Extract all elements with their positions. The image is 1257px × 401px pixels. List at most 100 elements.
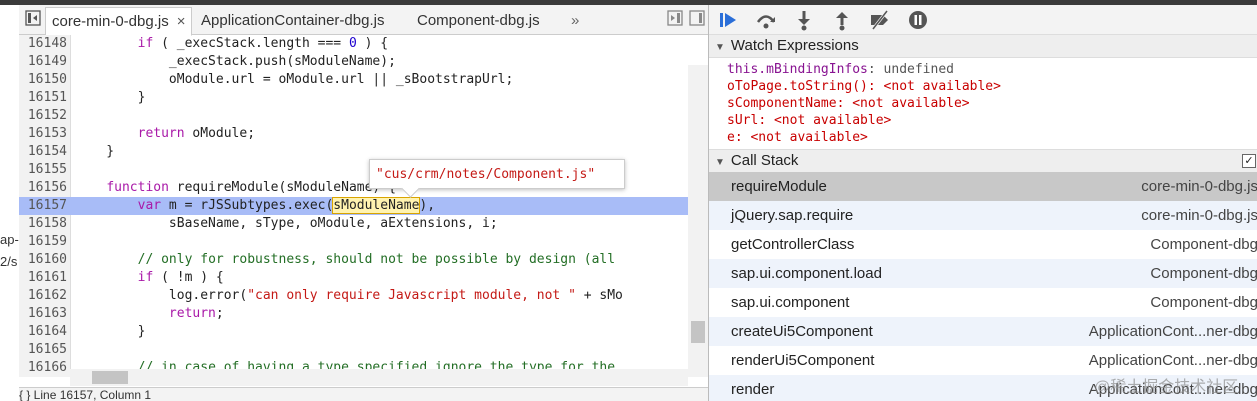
watch-value: <not available>: [883, 79, 1001, 94]
watch-item[interactable]: this.mBindingInfos: undefined: [727, 61, 954, 78]
watch-separator: :: [867, 79, 884, 94]
tab-component-dbg[interactable]: Component-dbg.js: [411, 7, 546, 34]
code-line: 16165: [19, 341, 708, 359]
watch-name: this.mBindingInfos: [727, 62, 868, 77]
horizontal-scrollbar[interactable]: [70, 369, 688, 386]
toggle-navigator-icon[interactable]: [25, 10, 41, 26]
vertical-scrollbar[interactable]: [688, 65, 708, 377]
left-panel-edge: ap- 2/s: [0, 5, 20, 401]
frame-function: sap.ui.component: [731, 294, 850, 311]
debugger-sidebar: ▼ Watch Expressions this.mBindingInfos: u…: [708, 5, 1257, 401]
line-number[interactable]: 16162: [19, 287, 67, 305]
step-over-icon[interactable]: [755, 9, 777, 31]
code-line: 16151 }: [19, 89, 708, 107]
editor-tab-bar: core-min-0-dbg.js × ApplicationContainer-…: [19, 5, 708, 36]
left-fragment: 2/s: [0, 254, 18, 269]
line-number[interactable]: 16153: [19, 125, 67, 143]
code-area[interactable]: 16148 if ( _execStack.length === 0 ) { 1…: [19, 35, 708, 377]
call-frame[interactable]: getControllerClass Component-dbg: [709, 230, 1257, 259]
watch-item[interactable]: sComponentName: <not available>: [727, 95, 970, 112]
frame-location: Component-dbg: [1150, 265, 1257, 282]
section-title: Watch Expressions: [730, 37, 859, 54]
watch-item[interactable]: oToPage.toString(): <not available>: [727, 78, 1001, 95]
code-line: 16164 }: [19, 323, 708, 341]
line-number[interactable]: 16152: [19, 107, 67, 125]
line-number[interactable]: 16160: [19, 251, 67, 269]
line-number[interactable]: 16163: [19, 305, 67, 323]
watch-separator: :: [734, 130, 751, 145]
watch-name: sComponentName: [727, 96, 837, 111]
frame-function: getControllerClass: [731, 236, 855, 253]
watch-name: oToPage.toString(): [727, 79, 868, 94]
source-editor: core-min-0-dbg.js × ApplicationContainer-…: [19, 5, 708, 401]
frame-function: jQuery.sap.require: [731, 207, 854, 224]
frame-location: ApplicationCont...ner-dbg: [1088, 323, 1257, 340]
watch-value: <not available>: [773, 113, 892, 128]
line-number[interactable]: 16164: [19, 323, 67, 341]
tab-label: core-min-0-dbg.js: [52, 13, 169, 30]
close-tab-icon[interactable]: ×: [177, 13, 186, 30]
call-frame[interactable]: renderUi5Component ApplicationCont...ner-…: [709, 346, 1257, 375]
line-number[interactable]: 16148: [19, 35, 67, 53]
tab-label: Component-dbg.js: [417, 12, 540, 29]
frame-location: core-min-0-dbg.js: [1141, 178, 1257, 195]
step-out-icon[interactable]: [831, 9, 853, 31]
vertical-scroll-thumb[interactable]: [691, 321, 705, 343]
section-title: Call Stack: [730, 152, 799, 169]
code-line-current: 16157 var m = rJSSubtypes.exec(sModuleNa…: [19, 197, 708, 215]
line-number[interactable]: 16155: [19, 161, 67, 179]
line-number[interactable]: 16166: [19, 359, 67, 377]
code-line: 16150 oModule.url = oModule.url || _sBoo…: [19, 71, 708, 89]
watch-value: <not available>: [852, 96, 970, 111]
code-line: 16160 // only for robustness, should not…: [19, 251, 708, 269]
line-number[interactable]: 16157: [19, 197, 67, 215]
watch-separator: :: [867, 62, 884, 77]
line-number[interactable]: 16151: [19, 89, 67, 107]
call-frame[interactable]: createUi5Component ApplicationCont...ner-…: [709, 317, 1257, 346]
debugger-toolbar: [709, 5, 1257, 35]
left-fragment: ap-: [0, 232, 19, 247]
value-tooltip: "cus/crm/notes/Component.js": [369, 159, 625, 198]
line-number[interactable]: 16161: [19, 269, 67, 287]
tab-applicationcontainer-dbg[interactable]: ApplicationContainer-dbg.js: [195, 7, 390, 34]
code-line: 16153 return oModule;: [19, 125, 708, 143]
code-line: 16152: [19, 107, 708, 125]
line-number[interactable]: 16149: [19, 53, 67, 71]
call-frame[interactable]: jQuery.sap.require core-min-0-dbg.js: [709, 201, 1257, 230]
step-into-icon[interactable]: [793, 9, 815, 31]
code-line: 16161 if ( !m ) {: [19, 269, 708, 287]
frame-location: core-min-0-dbg.js: [1141, 207, 1257, 224]
watch-item[interactable]: sUrl: <not available>: [727, 112, 891, 129]
call-frame[interactable]: sap.ui.component Component-dbg: [709, 288, 1257, 317]
frame-function: renderUi5Component: [731, 352, 875, 369]
call-stack-header[interactable]: ▼ Call Stack ✓: [709, 149, 1257, 173]
more-tabs-button[interactable]: »: [571, 7, 579, 34]
pause-on-exceptions-icon[interactable]: [907, 9, 929, 31]
deactivate-breakpoints-icon[interactable]: [869, 9, 891, 31]
toggle-sidebar-icon[interactable]: [689, 10, 705, 26]
tab-core-min-0-dbg[interactable]: core-min-0-dbg.js ×: [45, 7, 193, 36]
async-checkbox[interactable]: ✓: [1242, 154, 1256, 168]
line-number[interactable]: 16165: [19, 341, 67, 359]
line-number[interactable]: 16156: [19, 179, 67, 197]
line-number[interactable]: 16150: [19, 71, 67, 89]
watch-separator: :: [836, 96, 853, 111]
code-line: 16159: [19, 233, 708, 251]
frame-location: Component-dbg: [1150, 236, 1257, 253]
line-number[interactable]: 16154: [19, 143, 67, 161]
call-frame-selected[interactable]: requireModule core-min-0-dbg.js: [709, 172, 1257, 201]
horizontal-scroll-thumb[interactable]: [92, 371, 128, 384]
line-number[interactable]: 16159: [19, 233, 67, 251]
call-frame[interactable]: sap.ui.component.load Component-dbg: [709, 259, 1257, 288]
frame-function: createUi5Component: [731, 323, 873, 340]
toggle-debugger-icon[interactable]: [667, 10, 683, 26]
watch-expressions-header[interactable]: ▼ Watch Expressions: [709, 34, 1257, 58]
resume-icon[interactable]: [717, 9, 739, 31]
watch-item[interactable]: e: <not available>: [727, 129, 868, 146]
line-number[interactable]: 16158: [19, 215, 67, 233]
frame-function: render: [731, 381, 775, 398]
expand-triangle-icon: ▼: [715, 157, 725, 168]
code-line: 16158 sBaseName, sType, oModule, aExtens…: [19, 215, 708, 233]
code-line: 16148 if ( _execStack.length === 0 ) {: [19, 35, 708, 53]
hovered-identifier[interactable]: sModuleName: [332, 197, 421, 214]
